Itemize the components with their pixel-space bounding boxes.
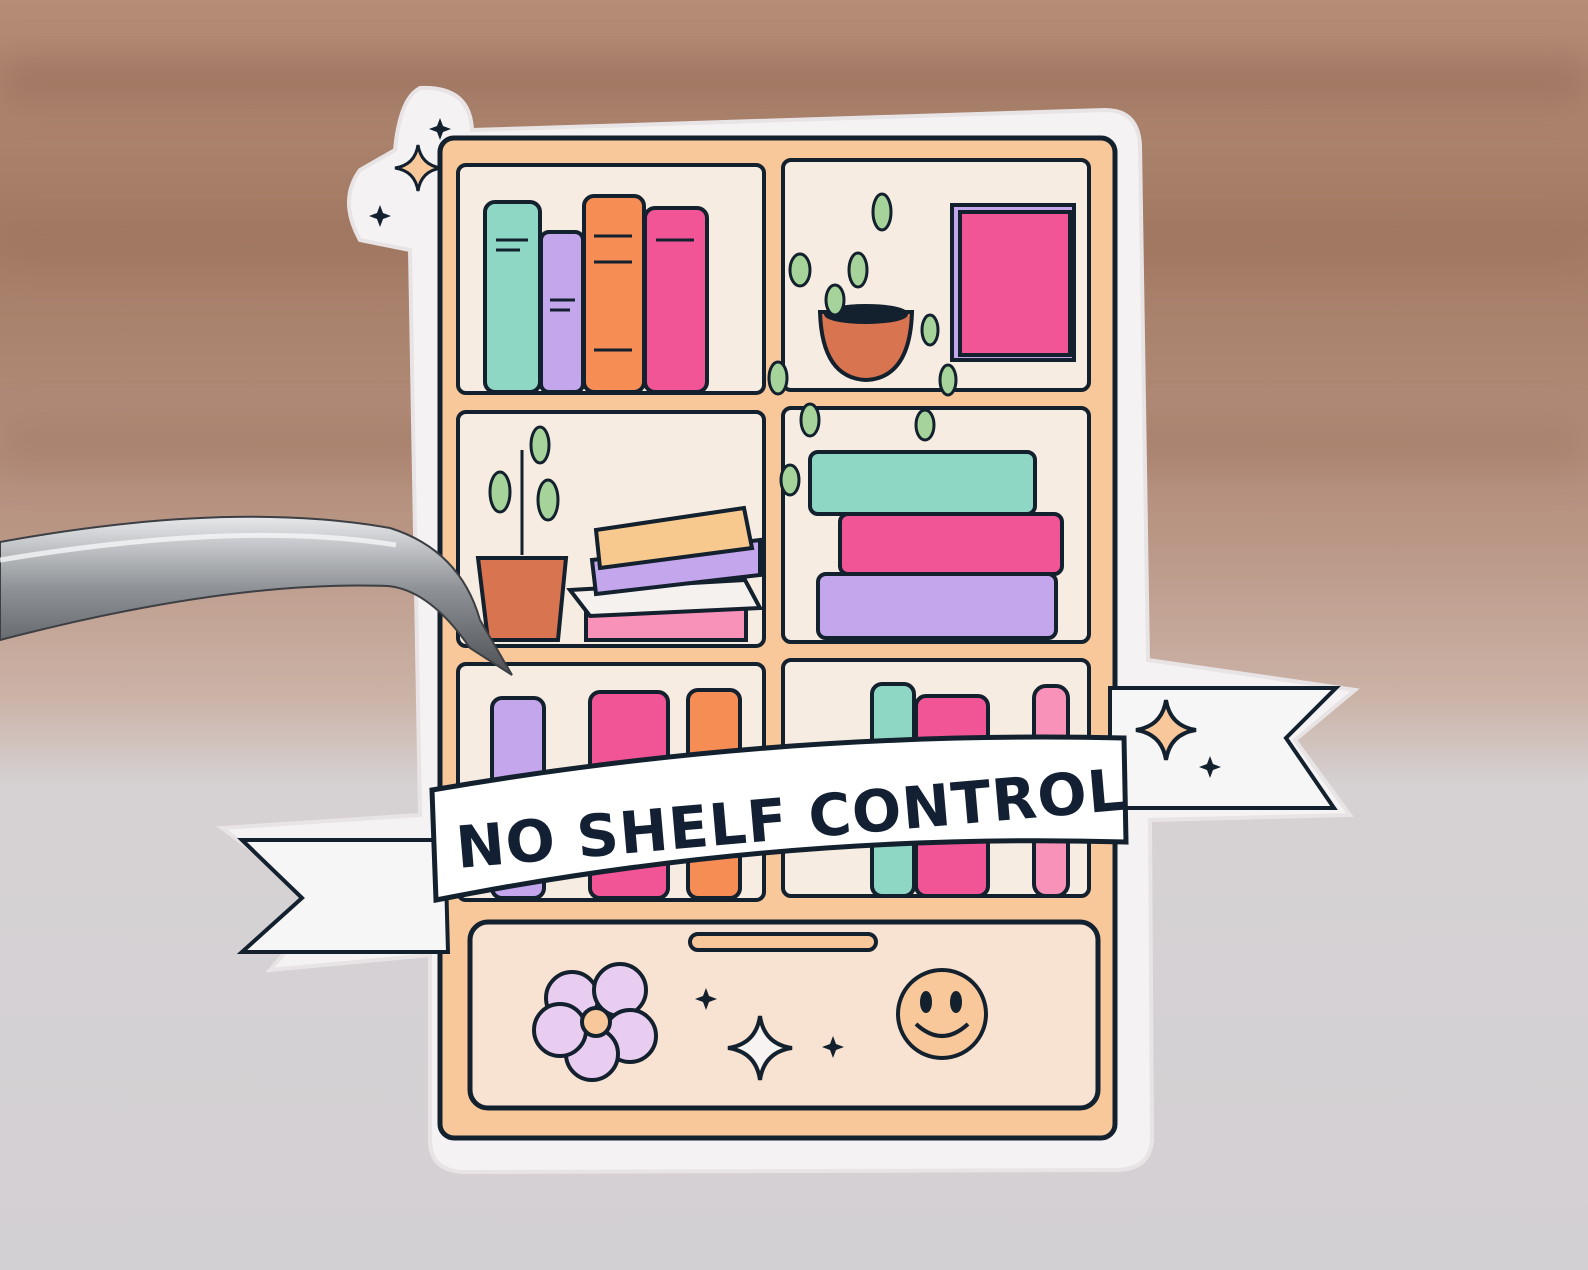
- product-photo: NO SHELF CONTROL: [0, 0, 1588, 1270]
- drawer-handle: [688, 932, 878, 952]
- books-upright: [483, 194, 709, 394]
- book-pile: [566, 505, 764, 642]
- smiley-icon: [896, 968, 988, 1060]
- book-stack: [808, 450, 1064, 640]
- book-leaning: [950, 203, 1076, 362]
